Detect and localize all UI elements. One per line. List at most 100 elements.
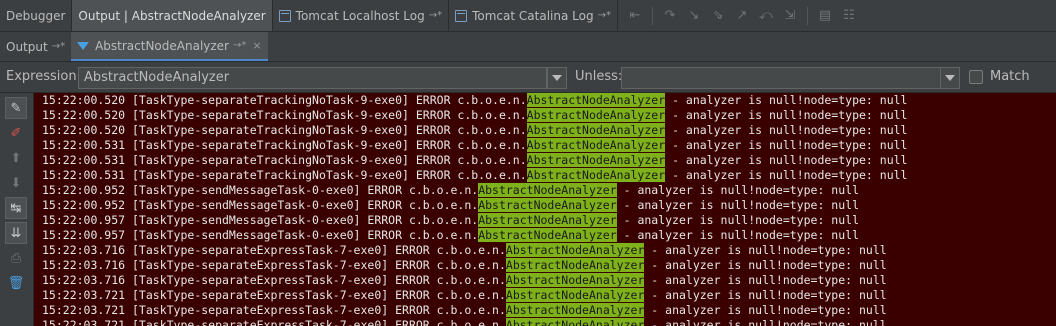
grep-filter-bar: Expression: AbstractNodeAnalyzer Unless:… <box>0 62 1056 114</box>
log-line: 15:22:00.531 [TaskType-separateTrackingN… <box>34 138 1056 153</box>
trace-icon[interactable]: ☷ <box>838 5 860 27</box>
log-line: 15:22:03.716 [TaskType-separateExpressTa… <box>34 243 1056 258</box>
log-line-suffix: - analyzer is null!node=type: null <box>665 108 908 122</box>
log-line: 15:22:03.721 [TaskType-separateExpressTa… <box>34 303 1056 318</box>
show-execution-point-icon[interactable]: ⇤ <box>624 5 646 27</box>
filter-icon <box>77 41 90 50</box>
chevron-down-icon <box>552 75 562 81</box>
log-line-prefix: 15:22:00.520 [TaskType-separateTrackingN… <box>42 93 527 107</box>
subtab-label: Output <box>6 39 48 54</box>
unless-input[interactable] <box>621 67 941 89</box>
log-line-prefix: 15:22:03.716 [TaskType-separateExpressTa… <box>42 243 506 257</box>
tab-tomcat-localhost-log[interactable]: Tomcat Localhost Log →* <box>273 0 450 31</box>
print-icon[interactable]: ⎙ <box>5 247 27 269</box>
tab-label: Output | AbstractNodeAnalyzer <box>78 8 266 23</box>
log-line-suffix: - analyzer is null!node=type: null <box>644 243 887 257</box>
expression-dropdown-button[interactable] <box>547 67 567 89</box>
log-line-prefix: 15:22:00.531 [TaskType-separateTrackingN… <box>42 168 527 182</box>
tab-label: Debugger <box>6 8 66 23</box>
drop-frame-icon[interactable]: ⤺ <box>755 5 777 27</box>
log-line: 15:22:00.520 [TaskType-separateTrackingN… <box>34 108 1056 123</box>
arrow-up-icon[interactable]: ⬆ <box>5 147 27 169</box>
highlighted-match: AbstractNodeAnalyzer <box>526 108 666 122</box>
tab-label: Tomcat Localhost Log <box>295 8 425 23</box>
close-icon[interactable]: × <box>252 39 261 52</box>
match-case-label: Match Case <box>990 69 1030 114</box>
log-line-suffix: - analyzer is null!node=type: null <box>665 168 908 182</box>
step-into-icon[interactable]: ↘ <box>683 5 705 27</box>
highlighted-match: AbstractNodeAnalyzer <box>478 198 617 212</box>
expression-label: Expression: <box>6 69 81 84</box>
grep-icon[interactable]: ✎ <box>5 97 27 119</box>
unless-dropdown-button[interactable] <box>940 67 960 89</box>
log-line: 15:22:00.957 [TaskType-sendMessageTask-0… <box>34 228 1056 243</box>
tool-window-tabbar: Debugger Output | AbstractNodeAnalyzer T… <box>0 0 1056 32</box>
log-line-suffix: - analyzer is null!node=type: null <box>616 183 859 197</box>
log-line: 15:22:00.957 [TaskType-sendMessageTask-0… <box>34 213 1056 228</box>
log-line-suffix: - analyzer is null!node=type: null <box>665 123 908 137</box>
log-line: 15:22:00.520 [TaskType-separateTrackingN… <box>34 123 1056 138</box>
trash-icon[interactable]: 🗑 <box>5 272 27 294</box>
subtab-label: AbstractNodeAnalyzer <box>95 38 229 53</box>
match-case-checkbox[interactable] <box>969 70 983 84</box>
step-out-icon[interactable]: ↗ <box>731 5 753 27</box>
log-line-prefix: 15:22:00.520 [TaskType-separateTrackingN… <box>42 108 527 122</box>
scroll-to-end-icon[interactable]: ⇊ <box>5 222 27 244</box>
console-output[interactable]: 15:22:00.520 [TaskType-separateTrackingN… <box>34 93 1056 326</box>
log-line: 15:22:00.952 [TaskType-sendMessageTask-0… <box>34 198 1056 213</box>
pin-icon[interactable]: →* <box>52 41 65 52</box>
log-line: 15:22:03.721 [TaskType-separateExpressTa… <box>34 288 1056 303</box>
log-file-icon <box>455 9 468 22</box>
highlighted-match: AbstractNodeAnalyzer <box>526 153 666 167</box>
log-line-prefix: 15:22:00.520 [TaskType-separateTrackingN… <box>42 123 527 137</box>
highlighted-match: AbstractNodeAnalyzer <box>505 273 645 287</box>
log-line-suffix: - analyzer is null!node=type: null <box>616 198 859 212</box>
pin-icon[interactable]: →* <box>233 40 246 51</box>
log-line-suffix: - analyzer is null!node=type: null <box>644 258 887 272</box>
log-line-prefix: 15:22:00.957 [TaskType-sendMessageTask-0… <box>42 228 479 242</box>
log-line: 15:22:00.531 [TaskType-separateTrackingN… <box>34 153 1056 168</box>
log-line-suffix: - analyzer is null!node=type: null <box>665 153 908 167</box>
tab-debugger[interactable]: Debugger <box>0 0 73 31</box>
subtab-abstractnodeanalyzer[interactable]: AbstractNodeAnalyzer →* × <box>71 32 268 61</box>
force-step-into-icon[interactable]: ⇘ <box>707 5 729 27</box>
log-line-prefix: 15:22:03.716 [TaskType-separateExpressTa… <box>42 258 506 272</box>
arrow-down-icon[interactable]: ⬇ <box>5 172 27 194</box>
step-over-icon[interactable]: ↷ <box>659 5 681 27</box>
highlighted-match: AbstractNodeAnalyzer <box>526 93 666 107</box>
log-line-suffix: - analyzer is null!node=type: null <box>616 228 859 242</box>
log-line-prefix: 15:22:00.531 [TaskType-separateTrackingN… <box>42 153 527 167</box>
console-side-toolbar: ✎ ✐ ⬆ ⬇ ↹ ⇊ ⎙ 🗑 <box>0 93 34 326</box>
tab-tomcat-catalina-log[interactable]: Tomcat Catalina Log →* <box>449 0 618 31</box>
highlighted-match: AbstractNodeAnalyzer <box>505 303 645 317</box>
highlighted-match: AbstractNodeAnalyzer <box>478 228 617 242</box>
debug-toolbar: ⇤ ↷ ↘ ⇘ ↗ ⤺ ⇲ ▤ ☷ <box>618 0 860 31</box>
log-line: 15:22:00.952 [TaskType-sendMessageTask-0… <box>34 183 1056 198</box>
toolbar-divider <box>651 6 653 25</box>
soft-wrap-icon[interactable]: ↹ <box>5 197 27 219</box>
log-line-suffix: - analyzer is null!node=type: null <box>644 288 887 302</box>
log-line-suffix: - analyzer is null!node=type: null <box>665 138 908 152</box>
log-line: 15:22:00.520 [TaskType-separateTrackingN… <box>34 93 1056 108</box>
log-line: 15:22:03.716 [TaskType-separateExpressTa… <box>34 258 1056 273</box>
log-line-prefix: 15:22:03.716 [TaskType-separateExpressTa… <box>42 273 506 287</box>
pin-icon[interactable]: →* <box>429 10 442 21</box>
clear-highlight-icon[interactable]: ✐ <box>5 122 27 144</box>
highlighted-match: AbstractNodeAnalyzer <box>505 318 645 326</box>
subtab-output[interactable]: Output →* <box>0 32 71 61</box>
log-line-suffix: - analyzer is null!node=type: null <box>644 273 887 287</box>
tab-output-abstractnodeanalyzer[interactable]: Output | AbstractNodeAnalyzer <box>72 0 273 31</box>
log-line: 15:22:03.721 [TaskType-separateExpressTa… <box>34 318 1056 326</box>
run-to-cursor-icon[interactable]: ⇲ <box>779 5 801 27</box>
output-subtabs: Output →* AbstractNodeAnalyzer →* × <box>0 32 1056 62</box>
highlighted-match: AbstractNodeAnalyzer <box>478 183 617 197</box>
log-line-suffix: - analyzer is null!node=type: null <box>644 303 887 317</box>
log-line-prefix: 15:22:03.721 [TaskType-separateExpressTa… <box>42 303 506 317</box>
log-line-suffix: - analyzer is null!node=type: null <box>616 213 859 227</box>
log-line-prefix: 15:22:00.957 [TaskType-sendMessageTask-0… <box>42 213 479 227</box>
pin-icon[interactable]: →* <box>598 10 611 21</box>
evaluate-expression-icon[interactable]: ▤ <box>814 5 836 27</box>
chevron-down-icon <box>945 75 955 81</box>
log-file-icon <box>278 9 291 22</box>
expression-input[interactable]: AbstractNodeAnalyzer <box>78 67 547 89</box>
